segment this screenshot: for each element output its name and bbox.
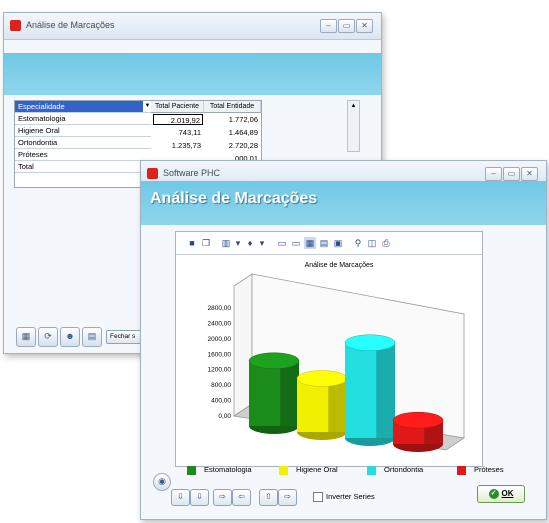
color-icon[interactable]: ♦ (244, 237, 256, 249)
page2-icon[interactable]: ▭ (290, 237, 302, 249)
back-window-banner (4, 53, 381, 95)
minimize-button[interactable]: – (485, 167, 502, 181)
image-icon[interactable]: ▣ (332, 237, 344, 249)
minimize-button[interactable]: – (320, 19, 337, 33)
bar-top (296, 370, 348, 387)
y-tick-label: 1600,00 (208, 351, 232, 358)
copy-icon[interactable]: ❐ (200, 237, 212, 249)
legend-item-proteses: Próteses (457, 465, 504, 475)
table-cell[interactable]: 2.019,92 (153, 114, 203, 125)
bar-top (248, 352, 300, 370)
y-tick-label: 2400,00 (208, 320, 232, 327)
legend: Estomatologia Higiene Oral Ortondontia P… (175, 465, 515, 477)
nav-buttons: ⇩ ⇩ ⇨ ⇦ ⇧ ⇨ (171, 489, 311, 506)
chart-panel: ■ ❐ ▥ ▾ ♦ ▾ ▭ ▭ ▦ ▤ ▣ ⚲ ◫ ⎙ Análise de M… (175, 231, 483, 467)
chart-toolbar: ■ ❐ ▥ ▾ ♦ ▾ ▭ ▭ ▦ ▤ ▣ ⚲ ◫ ⎙ (186, 237, 426, 251)
chart-title: Análise de Marcações (305, 262, 374, 269)
table-cell[interactable]: 1.235,73 (151, 140, 203, 151)
print-preview-icon[interactable]: ◫ (366, 237, 378, 249)
chart-toolbar-divider (176, 254, 482, 255)
y-tick-label: 400,00 (211, 398, 231, 405)
y-tick-label: 0,00 (218, 413, 231, 420)
nav-down2-button[interactable]: ⇩ (190, 489, 209, 506)
bar-estomatologia (248, 352, 300, 434)
bar-higiene-oral (296, 370, 348, 440)
front-window-banner: Análise de Marcações (141, 181, 546, 225)
legend-swatch (457, 465, 466, 475)
app-icon (147, 168, 158, 179)
table-cell[interactable]: 743,11 (151, 127, 203, 138)
bar-top (392, 411, 444, 429)
bar-ortondontia (344, 334, 396, 446)
list-item[interactable]: Próteses (15, 149, 152, 161)
list-item[interactable]: Estomatologia (15, 113, 152, 125)
list-item[interactable]: Higiene Oral (15, 125, 152, 137)
checkbox-box[interactable] (313, 492, 323, 503)
column-header[interactable]: Total Entidade (204, 101, 261, 113)
back-window-title: Análise de Marcações (26, 20, 115, 30)
inverter-series-checkbox[interactable]: Inverter Series (313, 491, 375, 503)
legend-item-estomatologia: Estomatologia (187, 465, 252, 475)
bar-shade (328, 378, 347, 432)
save-icon[interactable]: ■ (186, 237, 198, 249)
bar-top (344, 334, 396, 351)
refresh-button[interactable]: ⟳ (38, 327, 58, 347)
legend-item-ortondontia: Ortondontia (367, 465, 423, 475)
table-cell[interactable]: 1.772,06 (204, 114, 260, 125)
nav-right2-button[interactable]: ⇨ (278, 489, 297, 506)
grid-button[interactable]: ▤ (82, 327, 102, 347)
export-excel-button[interactable]: ▦ (16, 327, 36, 347)
ok-button[interactable]: ✓ OK (477, 485, 525, 503)
bar-chart: Análise de Marcações 2800,00 2400,00 2000,… (208, 262, 466, 452)
chart-type-icon[interactable]: ▥ (220, 237, 232, 249)
user-button[interactable]: ☻ (60, 327, 80, 347)
side-action-button[interactable]: ◉ (153, 473, 171, 491)
bar-shade (280, 360, 299, 426)
y-tick-label: 2800,00 (208, 305, 232, 312)
vertical-scrollbar[interactable]: ▲ (347, 100, 360, 152)
list-item[interactable]: Ortondontia (15, 137, 152, 149)
nav-up-button[interactable]: ⇧ (259, 489, 278, 506)
y-tick-label: 2000,00 (208, 336, 232, 343)
front-window-title: Software PHC (163, 168, 221, 178)
grid-view-icon[interactable]: ▦ (304, 237, 316, 249)
table-view-icon[interactable]: ▤ (318, 237, 330, 249)
table-cell[interactable]: 1.464,89 (204, 127, 260, 138)
app-icon (10, 20, 21, 31)
legend-swatch (187, 465, 196, 475)
front-window: Software PHC – ▭ ✕ Análise de Marcações … (140, 160, 547, 520)
print-icon[interactable]: ⎙ (380, 237, 392, 249)
legend-swatch (367, 465, 376, 475)
maximize-button[interactable]: ▭ (338, 19, 355, 33)
close-button[interactable]: ✕ (521, 167, 538, 181)
bar-shade (376, 342, 395, 438)
legend-swatch (279, 465, 288, 475)
column-header[interactable]: Total Paciente (151, 101, 204, 113)
nav-down-button[interactable]: ⇩ (171, 489, 190, 506)
page-title: Análise de Marcações (150, 190, 318, 207)
table-cell[interactable]: 2.720,28 (204, 140, 260, 151)
zoom-icon[interactable]: ⚲ (352, 237, 364, 249)
y-tick-label: 1200,00 (208, 367, 232, 374)
bar-pr-teses (392, 411, 444, 452)
list-item[interactable]: Total (15, 161, 152, 173)
y-tick-label: 800,00 (211, 382, 231, 389)
specialty-list[interactable]: Especialidade ▼ Estomatologia Higiene Or… (14, 100, 153, 188)
ok-check-icon: ✓ (488, 488, 499, 499)
legend-item-higiene-oral: Higiene Oral (279, 465, 338, 475)
page-icon[interactable]: ▭ (276, 237, 288, 249)
list-item[interactable]: Especialidade ▼ (15, 101, 152, 113)
back-window-titlebar[interactable]: Análise de Marcações – ▭ ✕ (4, 13, 381, 40)
maximize-button[interactable]: ▭ (503, 167, 520, 181)
chevron-down-icon[interactable]: ▾ (256, 237, 268, 249)
nav-right-button[interactable]: ⇨ (213, 489, 232, 506)
chevron-down-icon[interactable]: ▾ (232, 237, 244, 249)
scroll-up-icon[interactable]: ▲ (348, 101, 359, 111)
nav-left-button[interactable]: ⇦ (232, 489, 251, 506)
close-button[interactable]: ✕ (356, 19, 373, 33)
